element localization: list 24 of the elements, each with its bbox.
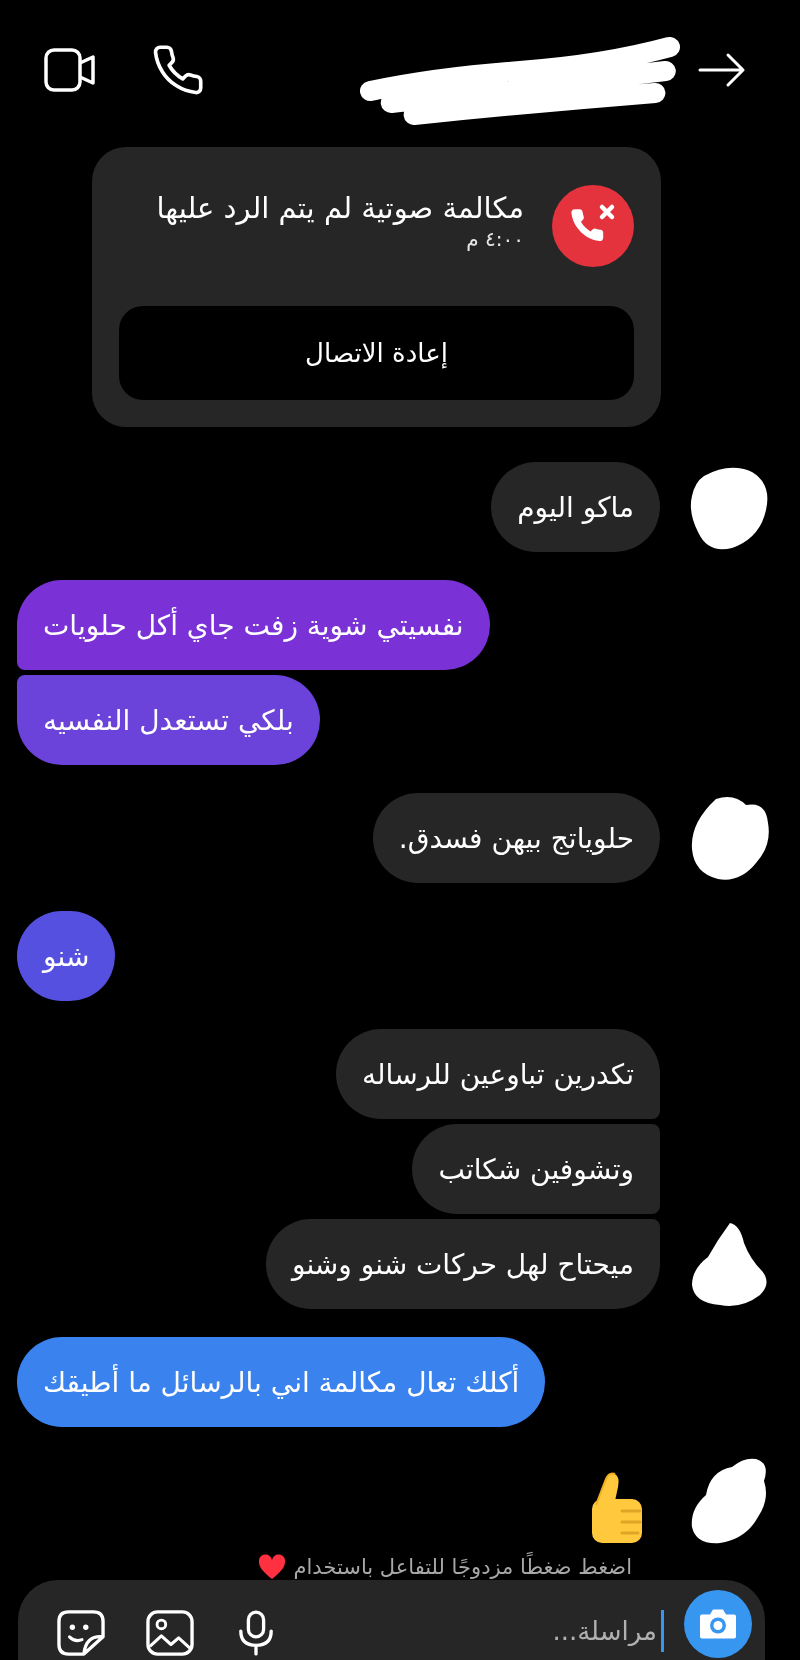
message-bubble: ماكو اليوم <box>491 462 660 552</box>
microphone-icon[interactable] <box>237 1610 275 1656</box>
call-time: ٤:٠٠ م <box>466 227 524 251</box>
text-cursor-icon <box>661 1610 664 1652</box>
message-bubble: نفسيتي شوية زفت جاي أكل حلويات <box>17 580 490 670</box>
message-bubble: أكلك تعال مكالمة اني بالرسائل ما أطيقك <box>17 1337 546 1427</box>
message-bubble: وتشوفين شكاتب <box>412 1124 660 1214</box>
call-back-button[interactable]: إعادة الاتصال <box>119 306 634 400</box>
phone-icon[interactable] <box>153 45 203 95</box>
video-camera-icon[interactable] <box>44 48 96 92</box>
call-title: مكالمة صوتية لم يتم الرد عليها <box>156 191 524 225</box>
image-icon[interactable] <box>145 1610 195 1656</box>
message-input[interactable]: مراسلة... <box>275 1610 661 1652</box>
message-composer[interactable]: مراسلة... <box>18 1580 765 1660</box>
sticker-icon[interactable] <box>57 1610 105 1656</box>
message-bubble: شنو <box>17 911 116 1001</box>
message-bubble: ميحتاح لهل حركات شنو وشنو <box>265 1219 660 1309</box>
heart-icon <box>257 1554 286 1580</box>
camera-icon <box>699 1608 737 1640</box>
message-bubble: بلكي تستعدل النفسيه <box>17 675 320 765</box>
message-bubble: تكدرين تباوعين للرساله <box>336 1029 660 1119</box>
right-arrow-icon[interactable] <box>698 52 746 88</box>
missed-call-icon <box>552 185 634 267</box>
message-bubble: حلوياتج بيهن فسدق. <box>372 793 660 883</box>
